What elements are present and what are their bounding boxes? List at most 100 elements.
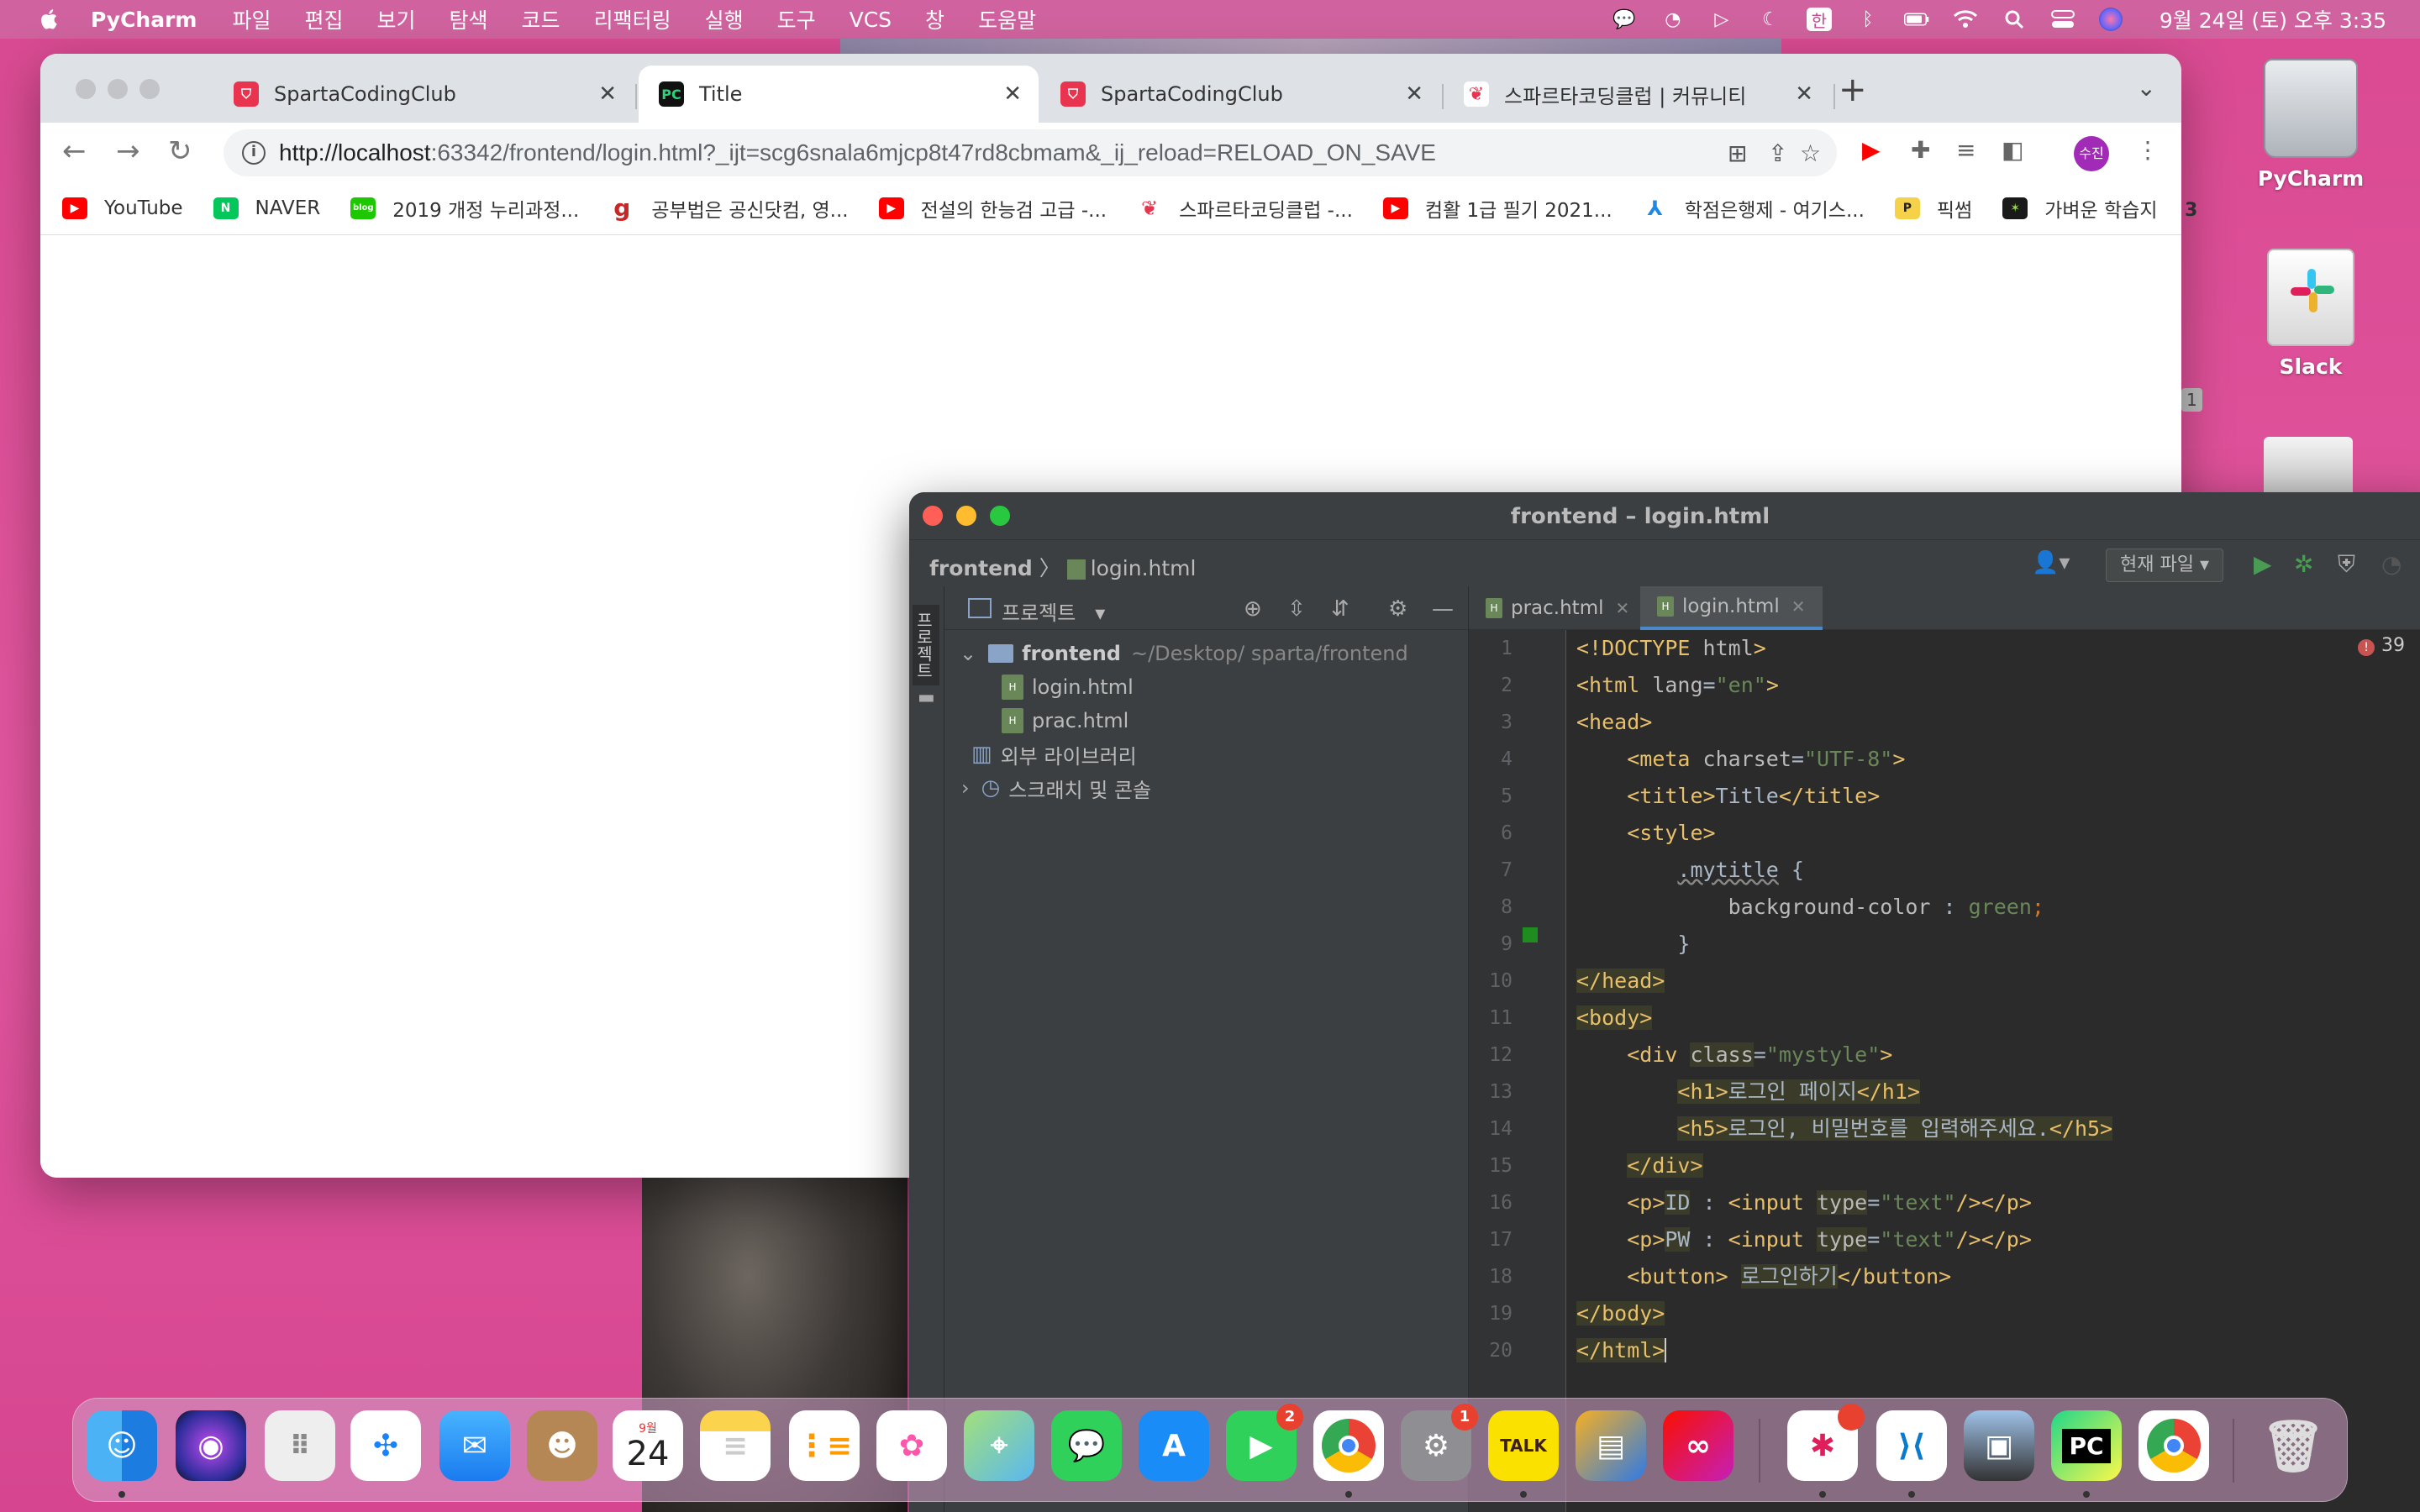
tree-scratches[interactable]: › ◷ 스크래치 및 콘솔 (944, 771, 1468, 805)
tab-close-icon[interactable]: ✕ (1405, 81, 1423, 107)
bookmark-gongsin[interactable]: g 공부법은 공신닷컴, 영... (609, 194, 849, 223)
window-zoom-button[interactable] (139, 79, 160, 99)
dock-photos[interactable]: ✿ (876, 1410, 947, 1481)
menu-navigate[interactable]: 탐색 (450, 4, 488, 34)
dock-facetime[interactable]: ▶ 2 (1226, 1404, 1303, 1481)
dock-creative-cloud[interactable]: ∞ (1663, 1410, 1733, 1481)
tab-close-icon[interactable]: ✕ (1795, 81, 1813, 107)
desktop-file-thumbnail[interactable] (2264, 437, 2353, 492)
dock-vscode[interactable]: ⟩⟨ (1876, 1410, 1947, 1481)
dock-messages[interactable]: 💬 (1051, 1410, 1122, 1481)
tab-title-active[interactable]: PC Title ✕ (639, 66, 1039, 123)
dock-kakaotalk[interactable]: TALK (1488, 1410, 1559, 1481)
media-queue-icon[interactable]: ≡ (1956, 136, 1975, 164)
search-icon[interactable] (2002, 8, 2027, 31)
breadcrumb[interactable]: frontend 〉 login.html (929, 552, 1196, 582)
dock-notes[interactable]: ≡ (700, 1410, 771, 1481)
chrome-menu-icon[interactable]: ⋮ (2136, 136, 2160, 164)
desktop-icon-pycharm[interactable]: PyCharm (2244, 59, 2378, 191)
side-panel-icon[interactable]: ◧ (2002, 136, 2023, 164)
tab-close-icon[interactable]: ✕ (1791, 596, 1806, 617)
tree-root-frontend[interactable]: ⌄ frontend ~/Desktop/ sparta/frontend (944, 637, 1468, 670)
menu-file[interactable]: 파일 (232, 4, 271, 34)
profile-icon[interactable]: ◔ (2381, 550, 2402, 578)
menu-help[interactable]: 도움말 (978, 4, 1036, 34)
bookmark-naver[interactable]: N NAVER (213, 197, 320, 219)
translate-icon[interactable]: ⊞ (1728, 139, 1747, 167)
control-center-icon[interactable] (2050, 8, 2075, 31)
window-minimize-button[interactable] (108, 79, 128, 99)
menu-tools[interactable]: 도구 (777, 4, 816, 34)
forward-arrow-icon[interactable]: → (116, 134, 140, 168)
locate-target-icon[interactable]: ⊕ (1244, 596, 1262, 622)
dock-notes-app[interactable]: ▤ (1576, 1410, 1646, 1481)
bookmark-picksome[interactable]: P 픽썸 (1894, 194, 1972, 223)
back-arrow-icon[interactable]: ← (62, 134, 87, 168)
tree-file-prac[interactable]: H prac.html (944, 704, 1468, 738)
site-info-icon[interactable]: i (242, 141, 266, 165)
bookmark-history-exam[interactable]: ▶ 전설의 한능검 고급 -... (878, 194, 1107, 223)
dock-finder[interactable]: ☺ (87, 1410, 157, 1481)
dock-launchpad[interactable]: ⠿ (265, 1410, 335, 1481)
bluetooth-icon[interactable]: ᛒ (1855, 8, 1881, 31)
dock-maps[interactable]: ⌖ (964, 1410, 1034, 1481)
dock-calendar[interactable]: 9월 24 (613, 1410, 683, 1481)
menu-edit[interactable]: 편집 (305, 4, 344, 34)
wifi-icon[interactable] (1953, 8, 1978, 31)
dock-slack[interactable]: ✱ (1787, 1404, 1865, 1481)
battery-icon[interactable] (1903, 8, 1929, 31)
bookmark-credit-bank[interactable]: ⅄ 학점은행제 - 여기스... (1642, 194, 1865, 223)
project-tool-button[interactable]: 프로젝트 (913, 605, 939, 685)
menu-vcs[interactable]: VCS (850, 8, 892, 32)
tab-close-icon[interactable]: ✕ (1003, 81, 1022, 107)
collapse-all-icon[interactable]: ⇵ (1331, 596, 1349, 622)
tab-sparta-community[interactable]: ❦ 스파르타코딩클럽 | 커뮤니티 ✕ (1444, 66, 1830, 123)
menu-refactor[interactable]: 리팩터링 (594, 4, 671, 34)
chevron-down-icon[interactable]: ⌄ (960, 642, 976, 665)
share-icon[interactable]: ⇪ (1768, 139, 1787, 167)
dock-app-store[interactable]: A (1139, 1410, 1209, 1481)
settings-gear-icon[interactable]: ⚙ (1388, 596, 1407, 622)
moon-icon[interactable]: ☾ (1758, 8, 1783, 31)
bookmark-youtube[interactable]: ▶ YouTube (62, 197, 183, 219)
run-play-icon[interactable]: ▶ (2254, 550, 2272, 578)
editor-tab-login[interactable]: H login.html ✕ (1640, 586, 1823, 630)
account-icon[interactable]: 👤▾ (2032, 550, 2070, 575)
menu-code[interactable]: 코드 (522, 4, 560, 34)
editor-tab-prac[interactable]: H prac.html ✕ (1469, 586, 1646, 630)
coverage-shield-icon[interactable]: ⛨ (2338, 550, 2355, 579)
dock-trash[interactable]: 🗑 (2258, 1410, 2328, 1481)
menu-clock[interactable]: 9월 24일 (토) 오후 3:35 (2160, 4, 2386, 34)
tab-search-chevron-icon[interactable]: ⌄ (2137, 74, 2156, 102)
address-bar[interactable]: i http://localhost:63342/frontend/login.… (224, 129, 1837, 176)
profile-avatar[interactable]: 수진 (2074, 136, 2109, 171)
window-close-button[interactable] (76, 79, 96, 99)
dock-safari[interactable]: ✣ (350, 1410, 421, 1481)
address-url[interactable]: http://localhost:63342/frontend/login.ht… (279, 139, 1436, 166)
dock-reminders[interactable]: ⋮≡ (789, 1410, 860, 1481)
play-circle-icon[interactable]: ▷ (1709, 8, 1734, 31)
chevron-right-icon[interactable]: › (961, 776, 970, 800)
siri-icon[interactable] (2098, 8, 2123, 31)
inspection-widget[interactable]: ! 39 (2358, 635, 2405, 656)
new-tab-button[interactable]: + (1839, 71, 1867, 109)
project-view-select[interactable]: 프로젝트 ▾ (1002, 596, 1105, 626)
dock-preview[interactable]: ▣ (1964, 1410, 2034, 1481)
youtube-extension-icon[interactable]: ▶ (1862, 136, 1881, 164)
tree-external-libraries[interactable]: ▥ 외부 라이브러리 (944, 738, 1468, 771)
menu-window[interactable]: 창 (925, 4, 944, 34)
folder-icon[interactable]: ▬ (918, 687, 935, 708)
reload-icon[interactable]: ↻ (168, 134, 192, 168)
hide-panel-icon[interactable]: — (1432, 596, 1454, 622)
desktop-icon-slack[interactable]: Slack (2244, 249, 2378, 379)
input-source-icon[interactable]: 한 (1806, 8, 1832, 31)
dock-chrome-2[interactable] (2139, 1410, 2209, 1481)
tab-close-icon[interactable]: ✕ (1616, 598, 1630, 618)
dock-contacts[interactable]: ☻ (527, 1410, 597, 1481)
menu-run[interactable]: 실행 (705, 4, 744, 34)
dock-siri[interactable]: ◉ (176, 1410, 246, 1481)
menu-app-name[interactable]: PyCharm (91, 8, 197, 32)
bookmark-workbook[interactable]: ✶ 가벼운 학습지 (2002, 194, 2158, 223)
chat-bubble-icon[interactable]: 💬 (1612, 8, 1637, 31)
run-config-select[interactable]: 현재 파일 ▾ (2106, 549, 2224, 582)
